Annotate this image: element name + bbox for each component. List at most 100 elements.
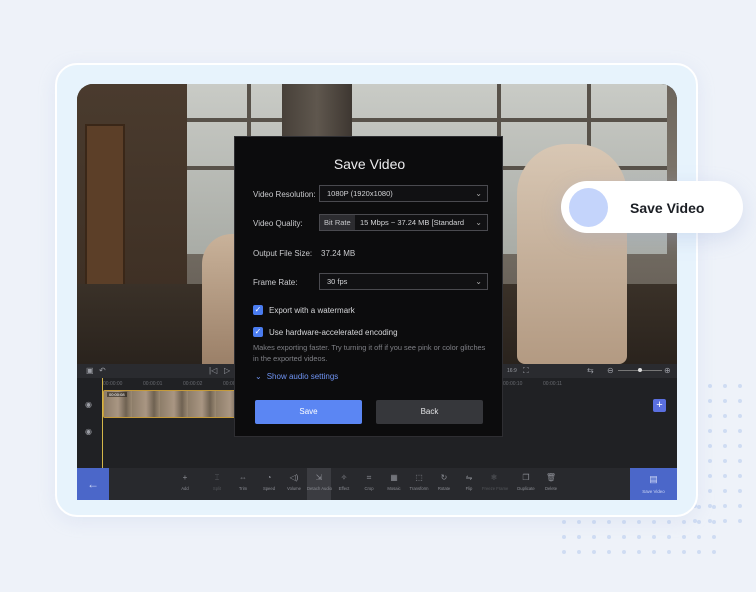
chevron-down-icon: ⌄ xyxy=(475,189,482,198)
dot xyxy=(607,550,611,554)
save-icon[interactable]: ▣ xyxy=(86,366,94,375)
dot xyxy=(592,520,596,524)
dot xyxy=(562,520,566,524)
dot xyxy=(562,550,566,554)
hw-encoding-checkbox[interactable]: ✓ xyxy=(253,327,263,337)
fullscreen-icon[interactable]: ⛶ xyxy=(523,366,529,376)
dot xyxy=(723,459,727,463)
tool-delete[interactable]: 🗑 Delete xyxy=(539,473,563,491)
dot xyxy=(697,505,701,509)
tool-label: Split xyxy=(212,486,222,491)
tool-add[interactable]: + Add xyxy=(173,473,197,491)
back-arrow-button[interactable]: ← xyxy=(77,468,109,500)
fit-icon[interactable]: ⇆ xyxy=(587,366,594,375)
tool-volume[interactable]: ◁) Volume xyxy=(282,473,306,491)
dot xyxy=(652,535,656,539)
dot xyxy=(738,384,742,388)
zoom-slider-knob[interactable] xyxy=(638,368,642,372)
frame-rate-select[interactable]: 30 fps ⌄ xyxy=(319,273,488,290)
bitrate-mode-tag[interactable]: Bit Rate xyxy=(320,215,355,230)
audio-settings-label: Show audio settings xyxy=(266,372,339,381)
clip-duration: 00:00:08 xyxy=(107,392,127,397)
speed-icon: ◔ xyxy=(266,473,272,482)
zoom-in-icon[interactable]: ⊕ xyxy=(664,366,671,375)
tool-label: Speed xyxy=(262,486,276,491)
tool-speed[interactable]: ◔ Speed xyxy=(257,473,281,491)
dot xyxy=(712,550,716,554)
dot xyxy=(738,504,742,508)
tool-flip[interactable]: ⇋ Flip xyxy=(457,473,481,491)
transform-icon: ⬚ xyxy=(415,473,423,482)
volume-icon: ◁) xyxy=(289,473,299,482)
play-icon[interactable]: ▷ xyxy=(224,366,230,375)
dot xyxy=(708,489,712,493)
aspect-ratio[interactable]: 16:9 xyxy=(507,368,517,374)
dot xyxy=(682,550,686,554)
dot xyxy=(577,520,581,524)
tool-mosaic[interactable]: ▦ Mosaic xyxy=(382,473,406,491)
pill-label: Save Video xyxy=(630,200,705,216)
dot xyxy=(622,535,626,539)
trim-icon: ⇔ xyxy=(239,473,247,482)
dot xyxy=(562,535,566,539)
tool-trim[interactable]: ⇔ Trim xyxy=(231,473,255,491)
dot xyxy=(723,474,727,478)
watermark-checkbox[interactable]: ✓ xyxy=(253,305,263,315)
tool-effect[interactable]: ✧ Effect xyxy=(332,473,356,491)
tool-duplicate[interactable]: ❐ Duplicate xyxy=(514,473,538,491)
resolution-value: 1080P (1920x1080) xyxy=(327,189,393,198)
tool-split[interactable]: ⌶ Split xyxy=(205,473,229,491)
undo-icon[interactable]: ↶ xyxy=(99,366,106,375)
dot xyxy=(592,535,596,539)
frame-rate-label: Frame Rate: xyxy=(253,278,298,287)
flip-icon: ⇋ xyxy=(465,473,473,482)
delete-icon: 🗑 xyxy=(545,473,557,482)
ruler-tick-label: 00:00:01 xyxy=(143,381,163,387)
tool-rotate[interactable]: ↻ Rotate xyxy=(432,473,456,491)
zoom-out-icon[interactable]: ⊖ xyxy=(607,366,614,375)
show-audio-settings-link[interactable]: ⌄ Show audio settings xyxy=(255,372,338,381)
chevron-down-icon: ⌄ xyxy=(475,277,482,286)
mosaic-icon: ▦ xyxy=(390,473,398,482)
tool-label: Effect xyxy=(338,486,350,491)
dot xyxy=(607,520,611,524)
dot xyxy=(708,459,712,463)
dot xyxy=(712,535,716,539)
resolution-select[interactable]: 1080P (1920x1080) ⌄ xyxy=(319,185,488,202)
playhead[interactable] xyxy=(102,378,103,468)
decorative-dots-right xyxy=(693,384,742,523)
dot xyxy=(723,429,727,433)
hw-encoding-hint: Makes exporting faster. Try turning it o… xyxy=(253,343,486,363)
dot xyxy=(697,520,701,524)
back-button[interactable]: Back xyxy=(376,400,483,424)
tool-crop[interactable]: ⌗ Crop xyxy=(357,473,381,491)
audio-track-icon[interactable]: ◉ xyxy=(85,427,92,436)
file-size-label: Output File Size: xyxy=(253,249,313,258)
dot xyxy=(723,504,727,508)
tool-label: Crop xyxy=(364,486,374,491)
add-track-button[interactable]: + xyxy=(653,399,666,412)
crop-icon: ⌗ xyxy=(366,473,372,482)
video-clip[interactable]: 00:00:08 xyxy=(103,390,245,418)
tool-detach-audio[interactable]: ⇲ Detach Audio xyxy=(307,468,332,500)
dot xyxy=(607,535,611,539)
tool-label: Trim xyxy=(238,486,248,491)
dot xyxy=(577,550,581,554)
dot xyxy=(738,459,742,463)
dot xyxy=(723,489,727,493)
save-button[interactable]: Save xyxy=(255,400,362,424)
track-visibility-icon[interactable]: ◉ xyxy=(85,400,92,409)
freeze-frame-icon: ❄ xyxy=(490,473,498,482)
tool-label: Volume xyxy=(287,486,301,491)
quality-select[interactable]: Bit Rate 15 Mbps ~ 37.24 MB [Standard ⌄ xyxy=(319,214,488,231)
skip-back-icon[interactable]: |◁ xyxy=(209,366,217,375)
toolbar-save-video-button[interactable]: ▤ Save Video xyxy=(630,468,677,500)
save-video-pill: Save Video xyxy=(561,181,743,233)
tool-label: Duplicate xyxy=(517,486,535,491)
split-icon: ⌶ xyxy=(214,473,220,482)
tool-label: Flip xyxy=(465,486,473,491)
tool-label: Rotate xyxy=(437,486,451,491)
dot xyxy=(637,535,641,539)
tool-freeze-frame[interactable]: ❄ Freeze Frame xyxy=(482,473,508,491)
tool-transform[interactable]: ⬚ Transform xyxy=(407,473,431,491)
